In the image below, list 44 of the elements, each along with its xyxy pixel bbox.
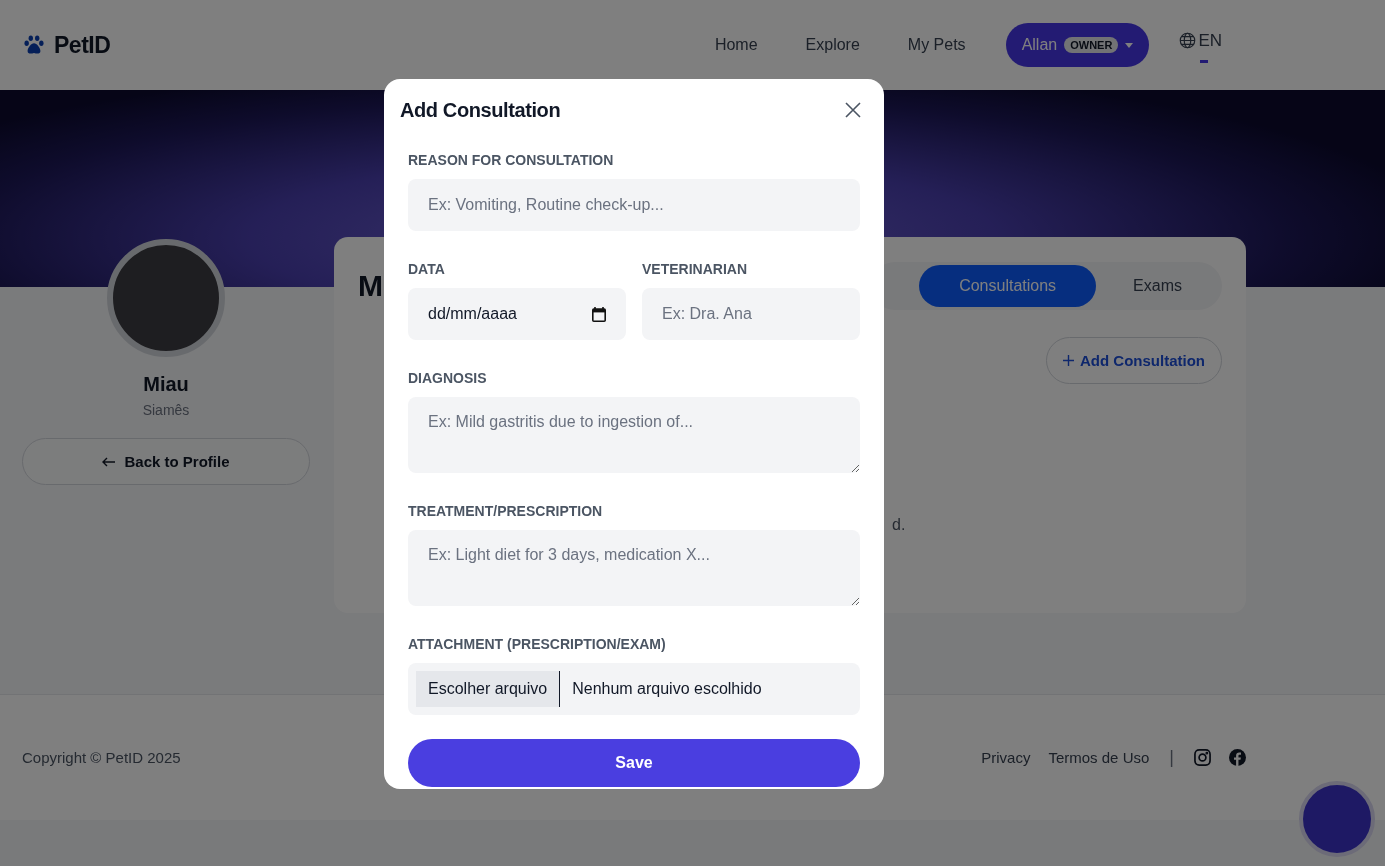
language-button[interactable]: EN	[1179, 30, 1222, 60]
text-area[interactable]: Ex: Mild gastritis due to ingestion of...	[408, 397, 860, 473]
pet-name: Miau	[143, 373, 189, 396]
paw-icon	[22, 34, 46, 56]
nav-link[interactable]: Explore	[805, 36, 860, 54]
input-field[interactable]: Ex: Vomiting, Routine check-up...	[408, 179, 860, 231]
nav-link[interactable]: Home	[714, 36, 758, 54]
field-label: REASON FOR CONSULTATION	[408, 152, 615, 168]
choose-file-button[interactable]: Escolher arquivo	[416, 671, 561, 707]
close-icon[interactable]	[845, 102, 861, 118]
date-field[interactable]: dd/mm/aaaa	[408, 288, 626, 340]
field-label: DATA	[408, 261, 446, 277]
logo-text[interactable]: PetID	[54, 31, 111, 59]
tab[interactable]: Consultations	[919, 265, 1097, 307]
input-field[interactable]: Ex: Dra. Ana	[642, 288, 860, 340]
file-status-text: Nenhum arquivo escolhido	[572, 680, 762, 698]
tab[interactable]: Exams	[1096, 265, 1219, 307]
field-label: DIAGNOSIS	[408, 370, 488, 386]
separator: |	[1169, 747, 1174, 768]
copyright-text: Copyright © PetID 2025	[22, 749, 181, 766]
globe-icon	[1179, 32, 1197, 49]
calendar-icon	[592, 306, 606, 322]
footer-link[interactable]: Termos de Uso	[1048, 749, 1150, 766]
facebook-icon[interactable]	[1229, 749, 1246, 766]
arrow-left-icon	[102, 456, 117, 467]
text-area[interactable]: Ex: Light diet for 3 days, medication X...	[408, 530, 860, 606]
plus-icon	[1063, 355, 1074, 366]
field-label: ATTACHMENT (PRESCRIPTION/EXAM)	[408, 636, 667, 652]
role-badge: OWNER	[1064, 37, 1119, 53]
instagram-icon[interactable]	[1194, 749, 1211, 766]
footer-link[interactable]: Privacy	[981, 749, 1031, 766]
back-button[interactable]: Back to Profile	[22, 438, 310, 485]
pet-breed: Siamês	[142, 402, 190, 418]
card-title: M	[358, 269, 383, 303]
add-consultation-button[interactable]: Add Consultation	[1046, 337, 1222, 384]
modal-title: Add Consultation	[400, 98, 561, 122]
field-label: TREATMENT/PRESCRIPTION	[408, 503, 604, 519]
nav-link[interactable]: My Pets	[907, 36, 966, 54]
file-input[interactable]: Escolher arquivo Nenhum arquivo escolhido	[408, 663, 860, 715]
field-label: VETERINARIAN	[642, 261, 748, 277]
caret-icon	[1125, 42, 1134, 48]
user-menu-button[interactable]: Allan OWNER	[1005, 23, 1150, 67]
save-button[interactable]: Save	[408, 739, 860, 787]
empty-message: d.	[892, 516, 907, 534]
